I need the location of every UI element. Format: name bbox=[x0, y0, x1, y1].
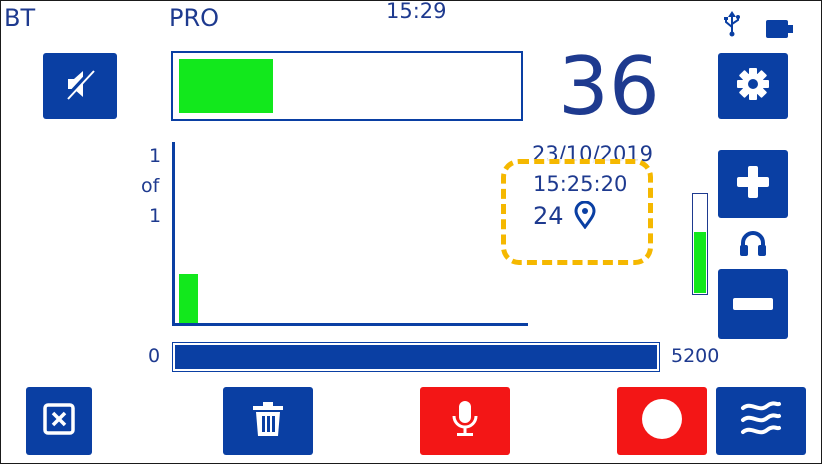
page-current: 1 bbox=[149, 145, 162, 167]
range-max-label: 5200 bbox=[671, 345, 720, 367]
volume-level-fill bbox=[694, 232, 706, 293]
range-fill bbox=[175, 345, 657, 369]
location-count: 24 bbox=[533, 202, 564, 230]
settings-button[interactable] bbox=[718, 53, 788, 119]
volume-meter bbox=[692, 193, 708, 295]
close-button[interactable] bbox=[26, 387, 92, 455]
map-pin-icon bbox=[574, 200, 596, 230]
volume-down-button[interactable] bbox=[718, 269, 788, 339]
microphone-icon bbox=[450, 400, 480, 442]
chart-x-axis bbox=[172, 323, 528, 326]
signal-meter bbox=[171, 51, 523, 121]
record-time: 15:25:20 bbox=[533, 172, 628, 196]
range-min-label: 0 bbox=[148, 345, 161, 367]
chart-bar bbox=[179, 274, 198, 323]
gear-icon bbox=[734, 65, 772, 107]
headphones-icon bbox=[739, 229, 767, 257]
close-box-icon bbox=[42, 402, 76, 440]
battery-icon bbox=[766, 20, 794, 38]
signal-level-fill bbox=[179, 59, 273, 113]
device-screen: BT PRO 15:29 36 1 of 1 23/10/2019 15:25:… bbox=[0, 0, 822, 464]
speaker-mute-icon bbox=[62, 66, 98, 106]
waves-icon bbox=[739, 399, 783, 443]
record-button[interactable] bbox=[617, 387, 707, 455]
range-bar[interactable] bbox=[172, 342, 660, 372]
chart-y-axis bbox=[172, 142, 175, 326]
clock: 15:29 bbox=[386, 0, 447, 23]
page-total: 1 bbox=[149, 205, 162, 227]
minus-icon bbox=[733, 295, 773, 314]
delete-button[interactable] bbox=[223, 387, 313, 455]
mode-label: PRO bbox=[169, 4, 220, 32]
page-of-label: of bbox=[141, 175, 160, 197]
plus-icon bbox=[735, 164, 771, 204]
volume-up-button[interactable] bbox=[718, 150, 788, 218]
trash-icon bbox=[252, 401, 284, 441]
usb-icon bbox=[723, 11, 741, 37]
filter-waves-button[interactable] bbox=[716, 387, 806, 455]
record-icon bbox=[640, 397, 684, 445]
microphone-button[interactable] bbox=[420, 387, 510, 455]
bluetooth-label: BT bbox=[4, 4, 36, 32]
signal-reading: 36 bbox=[558, 40, 660, 133]
mute-button[interactable] bbox=[43, 53, 117, 119]
